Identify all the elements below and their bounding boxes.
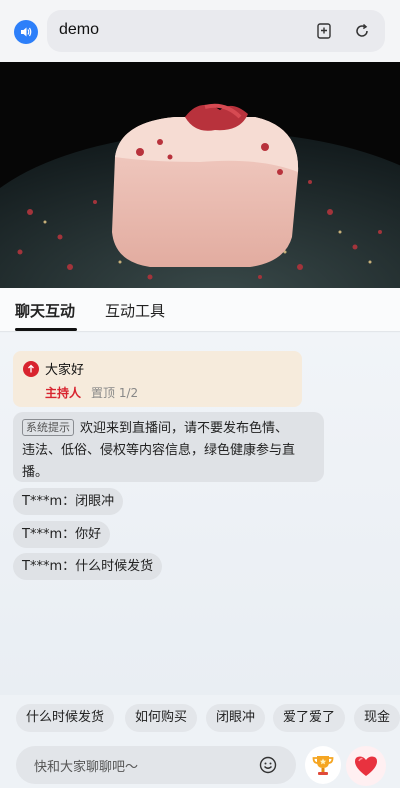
url-text: demo — [59, 21, 100, 38]
chat-area[interactable]: 大家好 主持人 置顶 1/2 系统提示 欢迎来到直播间，请不要发布色情、 违法、低… — [0, 333, 400, 695]
pinned-message[interactable]: 大家好 主持人 置顶 1/2 — [13, 351, 302, 407]
quick-reply-chip[interactable]: 现金 — [354, 704, 400, 732]
system-tag: 系统提示 — [22, 419, 74, 436]
chat-message[interactable]: T***m：闭眼冲 — [13, 488, 124, 515]
host-label: 主持人 — [45, 386, 82, 400]
live-video-player[interactable] — [0, 62, 400, 288]
tab-bar: 聊天互动 互动工具 — [0, 288, 400, 332]
emoji-icon[interactable] — [258, 755, 278, 775]
quick-reply-bar: 什么时候发货 如何购买 闭眼冲 爱了爱了 现金 — [0, 704, 400, 734]
active-tab-indicator — [15, 328, 77, 331]
video-frame-dessert — [0, 62, 400, 288]
browser-top-bar: demo — [0, 0, 400, 62]
speaker-icon[interactable] — [14, 20, 38, 44]
system-line-3: 播。 — [22, 465, 49, 480]
chat-input-placeholder: 快和大家聊聊吧～ — [34, 760, 139, 775]
chat-message[interactable]: T***m：什么时候发货 — [13, 553, 163, 580]
chat-input[interactable]: 快和大家聊聊吧～ — [16, 746, 296, 784]
pinned-text: 大家好 — [45, 363, 85, 378]
system-line-1: 欢迎来到直播间，请不要发布色情、 — [80, 421, 289, 436]
bookmark-add-icon[interactable] — [313, 20, 335, 42]
address-bar[interactable]: demo — [47, 10, 385, 52]
system-message: 系统提示 欢迎来到直播间，请不要发布色情、 违法、低俗、侵权等内容信息，绿色健康参… — [13, 412, 324, 482]
heart-icon[interactable] — [346, 746, 386, 786]
chat-message[interactable]: T***m：你好 — [13, 521, 111, 548]
pin-icon — [23, 361, 39, 377]
system-line-2: 违法、低俗、侵权等内容信息，绿色健康参与直 — [22, 443, 296, 458]
refresh-icon[interactable] — [351, 20, 373, 42]
quick-reply-chip[interactable]: 闭眼冲 — [206, 704, 266, 732]
pin-count: 置顶 1/2 — [91, 386, 139, 400]
trophy-icon[interactable] — [305, 746, 341, 784]
quick-reply-chip[interactable]: 如何购买 — [125, 704, 198, 732]
quick-reply-chip[interactable]: 什么时候发货 — [16, 704, 115, 732]
quick-reply-chip[interactable]: 爱了爱了 — [273, 704, 346, 732]
tab-tools[interactable]: 互动工具 — [105, 300, 165, 321]
tab-chat[interactable]: 聊天互动 — [15, 300, 75, 321]
